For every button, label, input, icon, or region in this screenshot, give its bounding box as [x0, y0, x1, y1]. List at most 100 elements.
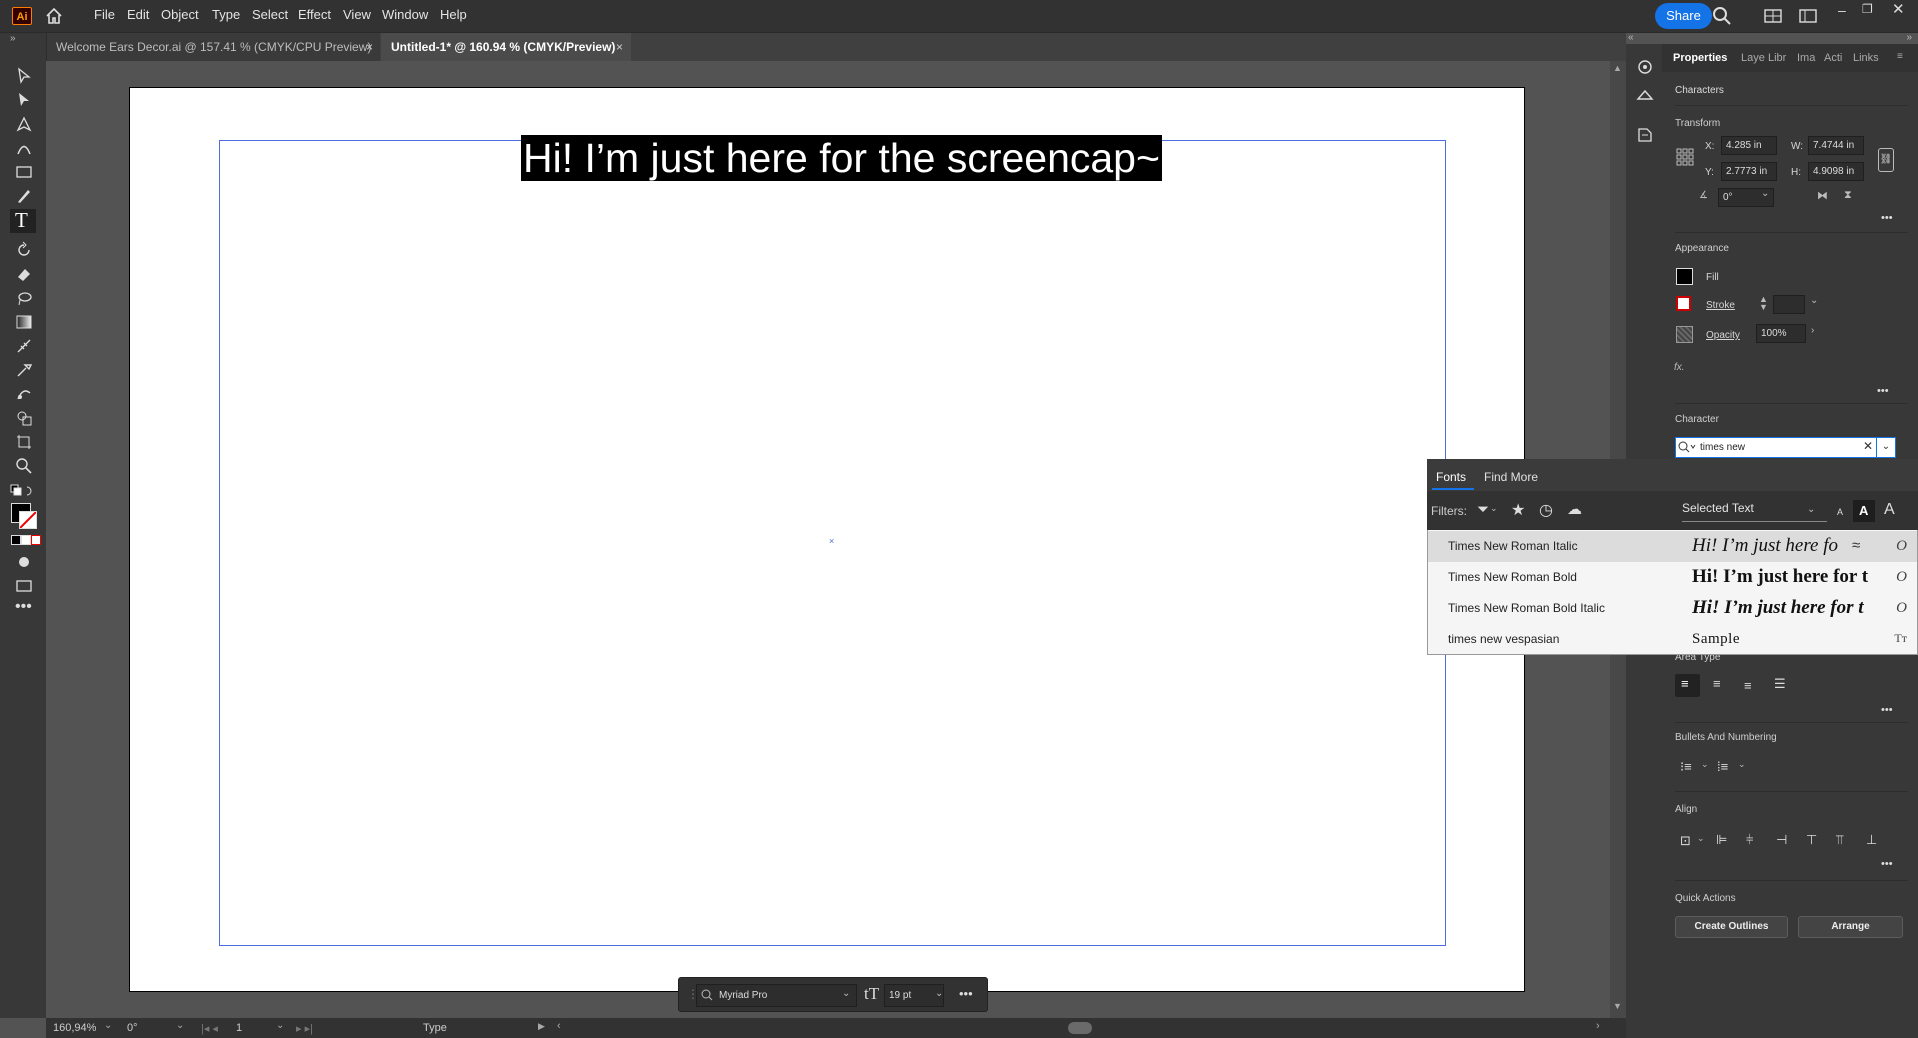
height-field[interactable]: 4.9098 in — [1808, 162, 1864, 181]
align-center-icon[interactable]: ≡ — [1713, 676, 1721, 691]
close-icon[interactable]: × — [366, 33, 373, 61]
align-vertical-center-icon[interactable]: ⫪ — [1836, 832, 1843, 848]
width-field[interactable]: 7.4744 in — [1808, 136, 1864, 155]
scroll-left-icon[interactable]: ‹ — [557, 1020, 561, 1032]
sample-size-small-icon[interactable]: A — [1837, 507, 1843, 517]
direct-selection-tool-icon[interactable] — [15, 91, 33, 109]
constrain-proportions-icon[interactable]: ⛓ — [1878, 148, 1894, 172]
align-top-edges-icon[interactable]: ⊤ — [1806, 832, 1817, 848]
flip-vertical-icon[interactable]: ⧗ — [1844, 189, 1852, 202]
tab-image-trace[interactable]: Ima — [1797, 52, 1815, 64]
tab-welcome-ears-decor[interactable]: Welcome Ears Decor.ai @ 157.41 % (CMYK/C… — [46, 33, 380, 61]
artboard-tool-icon[interactable] — [15, 433, 33, 451]
x-field[interactable]: 4.285 in — [1721, 136, 1777, 155]
paintbrush-tool-icon[interactable] — [15, 187, 33, 205]
more-tools-icon[interactable]: ••• — [15, 598, 32, 616]
favorites-icon[interactable]: ★ — [1511, 500, 1525, 520]
stroke-label[interactable]: Stroke — [1706, 300, 1735, 311]
similar-fonts-icon[interactable]: ≈ — [1852, 537, 1860, 554]
chevron-down-icon[interactable]: ⌄ — [176, 1020, 184, 1031]
align-right-edges-icon[interactable]: ⊣ — [1776, 832, 1787, 848]
lasso-tool-icon[interactable] — [15, 289, 33, 307]
pen-tool-icon[interactable] — [15, 115, 33, 133]
numbering-icon[interactable]: ⁞≡ — [1717, 759, 1728, 774]
mesh-tool-icon[interactable] — [15, 337, 33, 355]
layers-icon[interactable] — [1636, 87, 1654, 103]
font-list-item[interactable]: Times New Roman Bold Italic Hi! I’m just… — [1428, 593, 1917, 624]
search-icon[interactable] — [1712, 6, 1732, 26]
libraries-icon[interactable] — [1636, 59, 1654, 75]
scroll-down-icon[interactable]: ▼ — [1613, 1001, 1622, 1011]
menu-select[interactable]: Select — [252, 7, 288, 22]
chevron-down-icon[interactable]: ⌄ — [1490, 503, 1498, 514]
recent-icon[interactable]: ◷ — [1539, 500, 1553, 520]
justify-icon[interactable]: ☰ — [1774, 676, 1786, 692]
selection-tool-icon[interactable] — [15, 67, 33, 85]
sample-size-medium-icon[interactable]: A — [1859, 503, 1868, 518]
last-artboard-icon[interactable]: ▸ ▸| — [296, 1022, 313, 1035]
menu-help[interactable]: Help — [440, 7, 467, 22]
close-window-icon[interactable]: ✕ — [1892, 0, 1905, 18]
selected-text[interactable]: Hi! I’m just here for the screencap~ — [521, 135, 1162, 181]
zoom-level[interactable]: 160,94% — [53, 1022, 96, 1034]
filter-classification-icon[interactable]: ⏷ — [1477, 501, 1489, 518]
chevron-down-icon[interactable]: ⌄ — [104, 1020, 112, 1031]
gradient-tool-icon[interactable] — [15, 313, 33, 331]
align-left-icon[interactable]: ≡ — [1681, 676, 1689, 691]
chevron-down-icon[interactable]: ⌄ — [276, 1020, 284, 1031]
activated-fonts-icon[interactable]: ☁ — [1567, 500, 1582, 518]
panel-menu-icon[interactable]: ≡ — [1897, 51, 1903, 62]
fx-icon[interactable]: fx. — [1674, 362, 1685, 373]
more-options-icon[interactable]: ••• — [959, 986, 973, 1001]
stepper-icon[interactable]: ▲ ▼ — [1759, 295, 1768, 312]
tab-find-more[interactable]: Find More — [1484, 470, 1538, 484]
workspace-icon[interactable] — [1764, 8, 1782, 24]
preview-text-select[interactable]: Selected Text — [1682, 501, 1827, 522]
bullets-icon[interactable]: ⁝≡ — [1680, 759, 1692, 775]
menu-file[interactable]: File — [94, 7, 115, 22]
chevron-down-icon[interactable]: ⌄ — [1738, 759, 1746, 770]
type-tool-icon[interactable]: T — [15, 208, 28, 233]
properties-icon[interactable] — [1636, 126, 1654, 144]
fill-swatch[interactable] — [1676, 268, 1693, 285]
menu-object[interactable]: Object — [161, 7, 199, 22]
menu-effect[interactable]: Effect — [298, 7, 331, 22]
chevron-right-icon[interactable]: › — [1811, 325, 1814, 336]
scroll-up-icon[interactable]: ▲ — [1613, 63, 1622, 73]
align-right-icon[interactable]: ≡ — [1744, 678, 1752, 693]
chevron-down-icon[interactable]: ⌄ — [1697, 833, 1705, 844]
close-icon[interactable]: × — [616, 33, 623, 61]
arrange-button[interactable]: Arrange — [1798, 916, 1903, 938]
gradient-mode-icon[interactable] — [21, 535, 31, 545]
arrange-documents-icon[interactable] — [1799, 8, 1817, 24]
screen-mode-icon[interactable] — [15, 577, 33, 595]
tab-libraries[interactable]: Libr — [1768, 52, 1786, 64]
chevron-down-icon[interactable]: ⌄ — [1876, 437, 1896, 458]
home-icon[interactable] — [44, 6, 64, 26]
zoom-tool-icon[interactable] — [15, 457, 33, 475]
tab-untitled-1[interactable]: Untitled-1* @ 160.94 % (CMYK/Preview) × — [381, 33, 631, 61]
default-colors-icon[interactable] — [10, 484, 36, 498]
menu-edit[interactable]: Edit — [127, 7, 149, 22]
sample-size-large-icon[interactable]: A — [1884, 501, 1895, 519]
reference-point-icon[interactable] — [1676, 148, 1694, 166]
color-mode-icon[interactable] — [11, 535, 21, 545]
opacity-label[interactable]: Opacity — [1706, 330, 1740, 341]
eraser-tool-icon[interactable] — [15, 265, 33, 283]
opacity-field[interactable]: 100% — [1756, 324, 1806, 343]
tab-layers[interactable]: Laye — [1741, 52, 1765, 64]
chevron-down-icon[interactable]: ⌄ — [1701, 759, 1709, 770]
tab-fonts[interactable]: Fonts — [1436, 470, 1466, 484]
font-list-item[interactable]: times new vespasian Sample Tт — [1428, 624, 1917, 655]
stroke-weight-field[interactable] — [1773, 295, 1805, 314]
chevron-down-icon[interactable]: ⌄ — [842, 988, 850, 999]
chevron-down-icon[interactable]: ⌄ — [935, 988, 943, 999]
shape-builder-tool-icon[interactable] — [15, 409, 33, 427]
more-options-icon[interactable]: ••• — [1881, 212, 1893, 224]
chevron-down-icon[interactable]: ⌄ — [1761, 188, 1769, 199]
share-button[interactable]: Share — [1655, 3, 1712, 29]
align-to-icon[interactable]: ⊡ — [1680, 833, 1691, 849]
font-list-item[interactable]: Times New Roman Italic Hi! I’m just here… — [1428, 531, 1917, 562]
stroke-swatch[interactable] — [19, 511, 37, 529]
status-menu-icon[interactable]: ▶ — [538, 1021, 545, 1032]
